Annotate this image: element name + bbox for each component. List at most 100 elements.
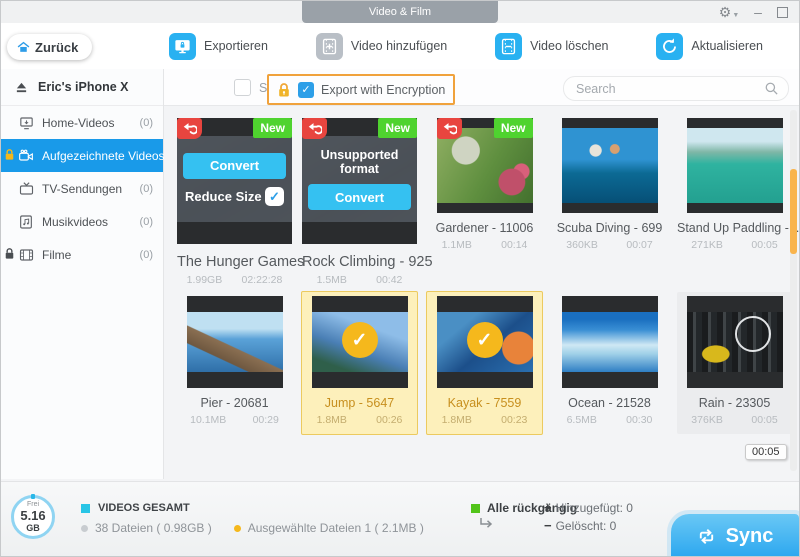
video-card[interactable]: Rain - 23305376KB00:05 [677, 292, 792, 434]
files-label: 38 Dateien ( 0.98GB ) [95, 521, 212, 535]
videos-total-label: VIDEOS GESAMT [98, 502, 190, 514]
sidebar-item-tv-sendungen[interactable]: TV-Sendungen(0) [1, 172, 163, 205]
video-thumbnail[interactable]: Convert Reduce Size✓ New [177, 118, 292, 244]
sidebar-item-count: (0) [140, 249, 153, 261]
video-card[interactable]: ConvertReduce Size✓NewThe Hunger Games1.… [177, 118, 292, 286]
video-thumbnail[interactable]: Unsupported formatConvertNew [302, 118, 417, 244]
sync-icon [697, 527, 716, 546]
convert-button[interactable]: Convert [183, 153, 286, 179]
undo-badge-icon[interactable] [177, 118, 202, 139]
toolbar-action-video-l-schen[interactable]: Video löschen [495, 33, 608, 60]
toolbar-action-video-hinzuf-gen[interactable]: Video hinzufügen [316, 33, 447, 60]
free-space-ring: Frei 5.16 GB [11, 495, 55, 539]
video-card[interactable]: NewGardener - 110061.1MB00:14 [427, 118, 542, 286]
sidebar-item-label: Aufgezeichnete Videos [42, 149, 165, 163]
video-thumbnail[interactable]: New [437, 118, 533, 213]
reduce-size-checkbox[interactable]: ✓ [265, 187, 284, 206]
video-duration: 00:05 [751, 239, 777, 251]
maximize-button[interactable] [771, 1, 793, 23]
sidebar-item-aufgezeichnete-videos[interactable]: Aufgezeichnete Videos(38) [1, 139, 163, 172]
file-stats: 38 Dateien ( 0.98GB ) Ausgewählte Dateie… [81, 521, 424, 535]
scrollbar-track[interactable] [790, 110, 797, 471]
sync-button[interactable]: Sync [671, 514, 799, 557]
video-duration: 00:14 [501, 239, 527, 251]
video-card[interactable]: Ocean - 21528 6.5MB00:30 [552, 292, 667, 434]
video-card[interactable]: Scuba Diving - 699360KB00:07 [552, 118, 667, 286]
lock-icon [4, 148, 15, 161]
plus-icon: + [544, 500, 552, 515]
home-icon [17, 41, 30, 54]
sidebar: Eric's iPhone X Home-Videos(0)Aufgezeich… [1, 69, 164, 479]
overlay-note: Unsupported format [308, 148, 411, 176]
settings-gear-icon[interactable]: ⚙▼ [717, 1, 741, 23]
video-thumbnail[interactable] [687, 296, 783, 388]
thumbnail-image [687, 128, 783, 203]
device-header[interactable]: Eric's iPhone X [1, 69, 163, 106]
sidebar-item-home-videos[interactable]: Home-Videos(0) [1, 106, 163, 139]
encryption-label: Export with Encryption [321, 83, 445, 97]
video-title: Rain - 23305 [677, 396, 792, 410]
video-title: The Hunger Games [177, 254, 292, 270]
sidebar-item-musikvideos[interactable]: Musikvideos(0) [1, 205, 163, 238]
video-duration: 00:42 [376, 274, 402, 286]
video-thumbnail[interactable]: ✓ [437, 296, 533, 388]
select-all-checkbox[interactable] [234, 79, 251, 96]
video-card[interactable]: ✓Kayak - 75591.8MB00:23 [426, 291, 543, 435]
duration-tooltip: 00:05 [745, 444, 787, 460]
deleted-counter: −Gelöscht: 0 [544, 517, 633, 535]
video-card[interactable]: Stand Up Paddling -...271KB00:05 [677, 118, 792, 286]
sidebar-item-label: TV-Sendungen [42, 182, 140, 196]
toolbar-action-aktualisieren[interactable]: Aktualisieren [656, 33, 763, 60]
sidebar-item-label: Home-Videos [42, 116, 140, 130]
sidebar-item-filme[interactable]: Filme(0) [1, 238, 163, 271]
video-card[interactable]: Unsupported formatConvertNewRock Climbin… [302, 118, 417, 286]
sidebar-item-count: (0) [140, 216, 153, 228]
video-size: 376KB [691, 414, 723, 426]
scrollbar-thumb[interactable] [790, 169, 797, 254]
video-camera-icon [17, 147, 35, 165]
search-input[interactable] [564, 82, 764, 96]
overlay-note-row: Reduce Size✓ [183, 187, 286, 206]
new-badge: New [253, 118, 292, 138]
video-card[interactable]: ✓Jump - 56471.8MB00:26 [301, 291, 418, 435]
undo-badge-icon[interactable] [302, 118, 327, 139]
search-icon[interactable] [764, 81, 779, 96]
eject-icon[interactable] [15, 81, 28, 94]
lock-icon [277, 82, 291, 98]
toolbar-action-label: Aktualisieren [691, 39, 763, 53]
back-button[interactable]: Zurück [7, 34, 92, 60]
video-size: 10.1MB [190, 414, 226, 426]
app-window: Video & Film ⚙▼ – Zurück ExportierenVide… [0, 0, 800, 557]
export-icon [169, 33, 196, 60]
sync-label: Sync [726, 525, 774, 548]
minimize-button[interactable]: – [747, 1, 769, 23]
refresh-icon [656, 33, 683, 60]
selected-bullet-icon [234, 525, 241, 532]
video-duration: 00:26 [376, 414, 402, 426]
encryption-checkbox[interactable]: ✓ [298, 82, 314, 98]
export-with-encryption[interactable]: ✓ Export with Encryption [267, 74, 455, 105]
minus-icon: − [544, 518, 552, 533]
video-thumbnail[interactable] [687, 118, 783, 213]
video-thumbnail[interactable] [562, 296, 658, 388]
grid-row: Pier - 2068110.1MB00:29✓Jump - 56471.8MB… [177, 292, 792, 434]
video-thumbnail[interactable] [187, 296, 283, 388]
toolbar-action-exportieren[interactable]: Exportieren [169, 33, 268, 60]
video-grid: ConvertReduce Size✓NewThe Hunger Games1.… [164, 106, 799, 479]
video-meta: 6.5MB00:30 [552, 414, 667, 426]
video-title: Ocean - 21528 [552, 396, 667, 410]
selected-check-icon[interactable]: ✓ [342, 322, 378, 358]
video-card[interactable]: Pier - 2068110.1MB00:29 [177, 292, 292, 434]
convert-button[interactable]: Convert [308, 184, 411, 210]
video-title: Pier - 20681 [177, 396, 292, 410]
videos-total: VIDEOS GESAMT [81, 502, 190, 514]
video-title: Scuba Diving - 699 [552, 221, 667, 235]
search-box[interactable] [563, 76, 789, 101]
selected-check-icon[interactable]: ✓ [467, 322, 503, 358]
video-thumbnail[interactable] [562, 118, 658, 213]
undo-badge-icon[interactable] [437, 118, 462, 139]
video-title: Kayak - 7559 [427, 396, 542, 410]
device-name: Eric's iPhone X [38, 80, 129, 94]
toolbar-action-label: Video löschen [530, 39, 608, 53]
video-thumbnail[interactable]: ✓ [312, 296, 408, 388]
